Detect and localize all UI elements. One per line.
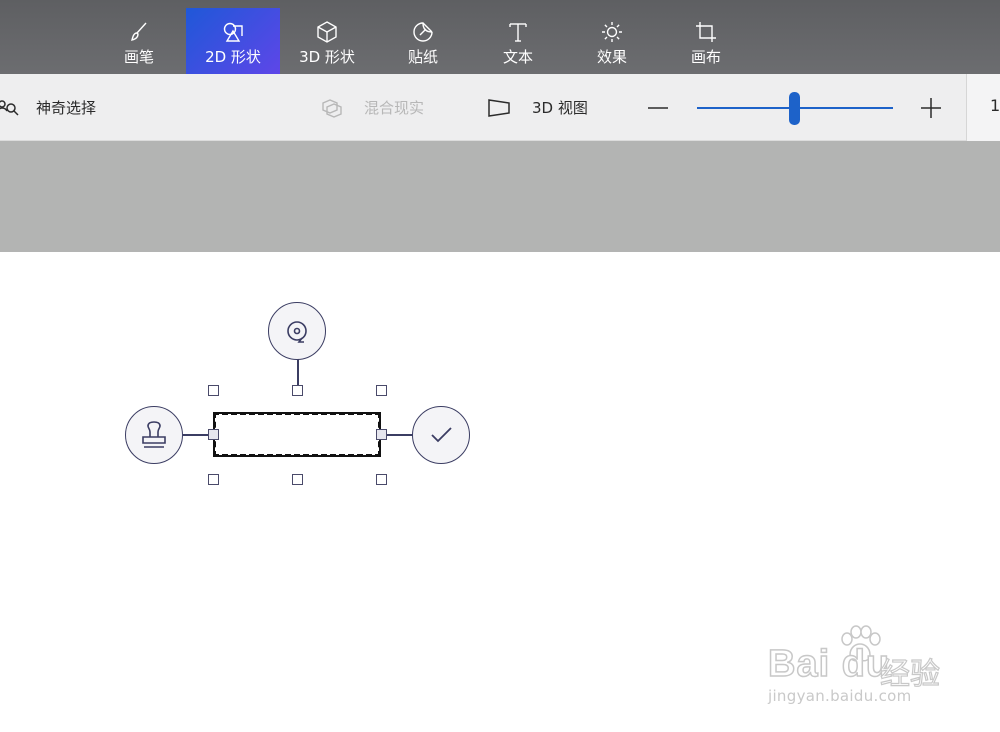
paint-3d-window: 画笔 2D 形状 3D 形状 贴纸 文本 效果 画布 神奇选择 混合现实 3D …: [0, 0, 1000, 732]
main-toolbar: 画笔 2D 形状 3D 形状 贴纸 文本 效果 画布: [0, 0, 1000, 74]
rotate-connector: [297, 359, 299, 385]
stamp-button[interactable]: [125, 406, 183, 464]
zoom-out-button[interactable]: [643, 92, 673, 124]
tool-2d-shapes[interactable]: 2D 形状: [186, 8, 280, 74]
3d-view-button[interactable]: 3D 视图: [486, 74, 588, 141]
minus-icon: [648, 107, 668, 109]
2d-shapes-icon: [221, 20, 245, 44]
tool-3d-shapes[interactable]: 3D 形状: [280, 8, 374, 74]
tool-brushes[interactable]: 画笔: [92, 8, 186, 74]
magic-select-label: 神奇选择: [36, 99, 97, 117]
checkmark-icon: [431, 427, 452, 443]
rotate-icon: [287, 321, 307, 343]
resize-handle-bottom[interactable]: [292, 474, 303, 485]
effects-icon: [600, 20, 624, 44]
3d-view-label: 3D 视图: [532, 99, 588, 117]
tool-text[interactable]: 文本: [471, 8, 565, 74]
mixed-reality-icon: [320, 96, 344, 120]
selected-rectangle-shape[interactable]: [213, 412, 381, 457]
resize-handle-top[interactable]: [292, 385, 303, 396]
watermark-logo-text: Bai du: [767, 642, 891, 686]
zoom-in-button[interactable]: [916, 92, 946, 124]
watermark-url: jingyan.baidu.com: [768, 687, 912, 705]
magic-select-icon: [0, 96, 20, 120]
zoom-slider-thumb[interactable]: [789, 92, 800, 125]
stamp-icon: [142, 421, 166, 448]
canvas-icon: [694, 20, 718, 44]
resize-handle-right[interactable]: [376, 429, 387, 440]
brush-icon: [127, 20, 151, 44]
confirm-button[interactable]: [412, 406, 470, 464]
tool-label: 文本: [502, 48, 533, 66]
rotate-button[interactable]: [268, 302, 326, 360]
workspace-background: [0, 141, 1000, 252]
mixed-reality-button[interactable]: 混合现实: [320, 74, 424, 141]
tool-effects[interactable]: 效果: [565, 8, 659, 74]
text-icon: [506, 20, 530, 44]
tool-label: 2D 形状: [205, 48, 261, 66]
tool-label: 3D 形状: [299, 48, 355, 66]
3d-shapes-icon: [315, 20, 339, 44]
confirm-connector: [385, 434, 413, 436]
resize-handle-top-right[interactable]: [376, 385, 387, 396]
resize-handle-bottom-right[interactable]: [376, 474, 387, 485]
resize-handle-left[interactable]: [208, 429, 219, 440]
tool-canvas[interactable]: 画布: [659, 8, 753, 74]
tool-label: 效果: [596, 48, 627, 66]
tool-stickers[interactable]: 贴纸: [376, 8, 470, 74]
plus-icon: [921, 98, 941, 118]
zoom-percentage-value: 1: [990, 96, 1000, 115]
sticker-icon: [411, 20, 435, 44]
3d-view-icon: [486, 96, 512, 120]
tool-label: 贴纸: [407, 48, 438, 66]
resize-handle-bottom-left[interactable]: [208, 474, 219, 485]
baidu-jingyan-watermark: Bai du 经验 jingyan.baidu.com: [767, 625, 958, 715]
tool-label: 画布: [690, 48, 721, 66]
tool-label: 画笔: [123, 48, 154, 66]
resize-handle-top-left[interactable]: [208, 385, 219, 396]
mixed-reality-label: 混合现实: [364, 99, 425, 117]
magic-select-button[interactable]: 神奇选择: [0, 74, 96, 141]
